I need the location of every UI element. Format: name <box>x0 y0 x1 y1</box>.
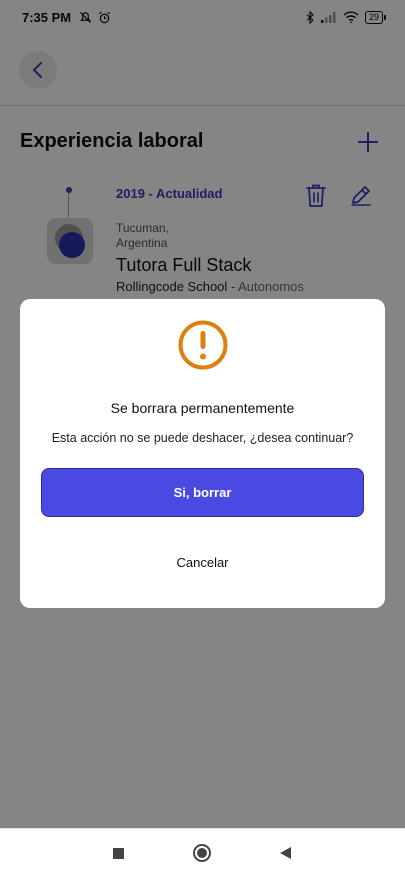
system-nav-bar <box>0 828 405 877</box>
cancel-button[interactable]: Cancelar <box>41 542 364 582</box>
recent-apps-icon[interactable] <box>113 848 124 859</box>
confirm-delete-button[interactable]: Si, borrar <box>41 468 364 517</box>
dialog-message: Esta acción no se puede deshacer, ¿desea… <box>51 431 354 445</box>
home-icon[interactable] <box>193 844 211 862</box>
dialog-title: Se borrara permanentemente <box>110 400 295 416</box>
back-icon[interactable] <box>279 846 292 860</box>
warning-icon <box>178 320 228 370</box>
confirm-delete-dialog: Se borrara permanentemente Esta acción n… <box>20 299 385 608</box>
